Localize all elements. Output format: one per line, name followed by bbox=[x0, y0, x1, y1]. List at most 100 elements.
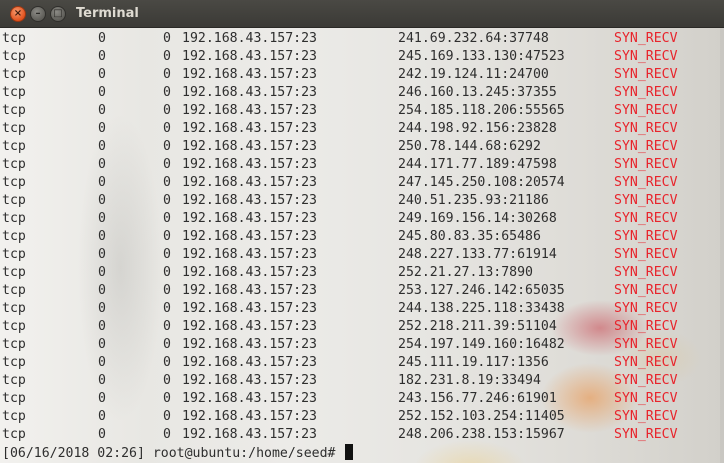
send-q-cell: 0 bbox=[163, 247, 171, 262]
recv-q-cell: 0 bbox=[98, 85, 106, 100]
send-q-cell: 0 bbox=[163, 301, 171, 316]
proto-cell: tcp bbox=[2, 31, 26, 46]
foreign-address-cell: 241.69.232.64:37748 bbox=[398, 31, 549, 46]
foreign-address-cell: 244.198.92.156:23828 bbox=[398, 121, 557, 136]
local-address-cell: 192.168.43.157:23 bbox=[182, 265, 317, 280]
window-title: Terminal bbox=[76, 6, 139, 21]
scrollbar[interactable] bbox=[720, 28, 724, 463]
terminal-output[interactable]: tcp 0 0 192.168.43.157:23 248.206.238.153:15… bbox=[0, 28, 724, 463]
foreign-address-cell: 250.78.144.68:6292 bbox=[398, 139, 541, 154]
send-q-cell: 0 bbox=[163, 193, 171, 208]
local-address-cell: 192.168.43.157:23 bbox=[182, 355, 317, 370]
foreign-address-cell: 252.152.103.254:11405 bbox=[398, 409, 565, 424]
proto-cell: tcp bbox=[2, 157, 26, 172]
proto-cell: tcp bbox=[2, 337, 26, 352]
shell-prompt[interactable]: [06/16/2018 02:26] root@ubuntu:/home/see… bbox=[2, 444, 354, 462]
foreign-address-cell: 243.156.77.246:61901 bbox=[398, 391, 557, 406]
proto-cell: tcp bbox=[2, 373, 26, 388]
maximize-button[interactable]: □ bbox=[50, 6, 66, 22]
recv-q-cell: 0 bbox=[98, 391, 106, 406]
local-address-cell: 192.168.43.157:23 bbox=[182, 409, 317, 424]
foreign-address-cell: 252.218.211.39:51104 bbox=[398, 319, 557, 334]
local-address-cell: 192.168.43.157:23 bbox=[182, 427, 317, 442]
send-q-cell: 0 bbox=[163, 337, 171, 352]
foreign-address-cell: 245.169.133.130:47523 bbox=[398, 49, 565, 64]
foreign-address-cell: 248.206.238.153:15967 bbox=[398, 427, 565, 442]
foreign-address-cell: 242.19.124.11:24700 bbox=[398, 67, 549, 82]
proto-cell: tcp bbox=[2, 229, 26, 244]
recv-q-cell: 0 bbox=[98, 229, 106, 244]
maximize-icon: □ bbox=[53, 8, 63, 19]
state-cell: SYN_RECV bbox=[614, 139, 678, 154]
proto-cell: tcp bbox=[2, 319, 26, 334]
recv-q-cell: 0 bbox=[98, 193, 106, 208]
local-address-cell: 192.168.43.157:23 bbox=[182, 247, 317, 262]
local-address-cell: 192.168.43.157:23 bbox=[182, 211, 317, 226]
recv-q-cell: 0 bbox=[98, 49, 106, 64]
proto-cell: tcp bbox=[2, 247, 26, 262]
recv-q-cell: 0 bbox=[98, 103, 106, 118]
proto-cell: tcp bbox=[2, 301, 26, 316]
send-q-cell: 0 bbox=[163, 427, 171, 442]
foreign-address-cell: 240.51.235.93:21186 bbox=[398, 193, 549, 208]
state-cell: SYN_RECV bbox=[614, 175, 678, 190]
local-address-cell: 192.168.43.157:23 bbox=[182, 301, 317, 316]
recv-q-cell: 0 bbox=[98, 175, 106, 190]
local-address-cell: 192.168.43.157:23 bbox=[182, 337, 317, 352]
local-address-cell: 192.168.43.157:23 bbox=[182, 31, 317, 46]
state-cell: SYN_RECV bbox=[614, 229, 678, 244]
recv-q-cell: 0 bbox=[98, 211, 106, 226]
recv-q-cell: 0 bbox=[98, 319, 106, 334]
text-cursor bbox=[345, 444, 354, 460]
state-cell: SYN_RECV bbox=[614, 319, 678, 334]
send-q-cell: 0 bbox=[163, 211, 171, 226]
proto-cell: tcp bbox=[2, 121, 26, 136]
send-q-cell: 0 bbox=[163, 85, 171, 100]
recv-q-cell: 0 bbox=[98, 355, 106, 370]
send-q-cell: 0 bbox=[163, 319, 171, 334]
foreign-address-cell: 247.145.250.108:20574 bbox=[398, 175, 565, 190]
state-cell: SYN_RECV bbox=[614, 247, 678, 262]
recv-q-cell: 0 bbox=[98, 67, 106, 82]
state-cell: SYN_RECV bbox=[614, 121, 678, 136]
send-q-cell: 0 bbox=[163, 121, 171, 136]
local-address-cell: 192.168.43.157:23 bbox=[182, 121, 317, 136]
proto-cell: tcp bbox=[2, 409, 26, 424]
send-q-cell: 0 bbox=[163, 31, 171, 46]
foreign-address-cell: 252.21.27.13:7890 bbox=[398, 265, 533, 280]
close-button[interactable]: × bbox=[10, 6, 26, 22]
state-cell: SYN_RECV bbox=[614, 193, 678, 208]
minimize-icon: – bbox=[35, 8, 41, 19]
send-q-cell: 0 bbox=[163, 265, 171, 280]
recv-q-cell: 0 bbox=[98, 121, 106, 136]
foreign-address-cell: 249.169.156.14:30268 bbox=[398, 211, 557, 226]
title-bar[interactable]: × – □ Terminal bbox=[0, 0, 724, 28]
proto-cell: tcp bbox=[2, 355, 26, 370]
local-address-cell: 192.168.43.157:23 bbox=[182, 175, 317, 190]
recv-q-cell: 0 bbox=[98, 265, 106, 280]
state-cell: SYN_RECV bbox=[614, 373, 678, 388]
send-q-cell: 0 bbox=[163, 283, 171, 298]
local-address-cell: 192.168.43.157:23 bbox=[182, 67, 317, 82]
state-cell: SYN_RECV bbox=[614, 391, 678, 406]
foreign-address-cell: 244.171.77.189:47598 bbox=[398, 157, 557, 172]
state-cell: SYN_RECV bbox=[614, 337, 678, 352]
foreign-address-cell: 248.227.133.77:61914 bbox=[398, 247, 557, 262]
proto-cell: tcp bbox=[2, 139, 26, 154]
minimize-button[interactable]: – bbox=[30, 6, 46, 22]
proto-cell: tcp bbox=[2, 211, 26, 226]
local-address-cell: 192.168.43.157:23 bbox=[182, 229, 317, 244]
state-cell: SYN_RECV bbox=[614, 157, 678, 172]
proto-cell: tcp bbox=[2, 49, 26, 64]
send-q-cell: 0 bbox=[163, 355, 171, 370]
local-address-cell: 192.168.43.157:23 bbox=[182, 85, 317, 100]
terminal-window: × – □ Terminal tcp 0 0 192.168.43.157:23 248… bbox=[0, 0, 724, 463]
state-cell: SYN_RECV bbox=[614, 283, 678, 298]
state-cell: SYN_RECV bbox=[614, 85, 678, 100]
proto-cell: tcp bbox=[2, 283, 26, 298]
recv-q-cell: 0 bbox=[98, 139, 106, 154]
state-cell: SYN_RECV bbox=[614, 67, 678, 82]
local-address-cell: 192.168.43.157:23 bbox=[182, 319, 317, 334]
state-cell: SYN_RECV bbox=[614, 409, 678, 424]
local-address-cell: 192.168.43.157:23 bbox=[182, 193, 317, 208]
